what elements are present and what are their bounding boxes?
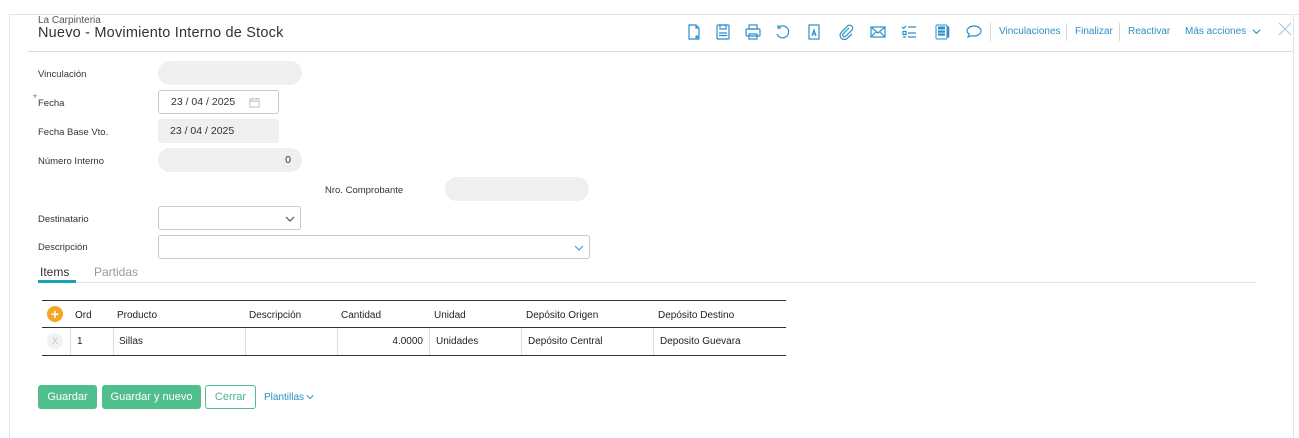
cell-producto[interactable]: Sillas — [119, 336, 143, 347]
delete-row-button[interactable]: X — [47, 333, 63, 349]
plantillas-dropdown[interactable]: Plantillas — [264, 385, 324, 409]
cell-ord[interactable]: 1 — [77, 336, 83, 347]
vinculacion-label: Vinculación — [38, 69, 87, 80]
print-icon[interactable] — [743, 22, 763, 42]
calendar-icon[interactable] — [249, 97, 260, 108]
column-separator — [245, 328, 246, 355]
header-bottom-border — [42, 327, 786, 328]
save-icon[interactable] — [713, 22, 733, 42]
destinatario-label: Destinatario — [38, 214, 89, 225]
tab-items[interactable]: Items — [40, 265, 69, 279]
tabs-divider — [38, 282, 1256, 283]
column-separator — [429, 328, 430, 355]
new-document-icon[interactable] — [684, 22, 704, 42]
header-divider — [28, 51, 1293, 52]
table-bottom-border — [42, 355, 786, 356]
mas-acciones-label: Más acciones — [1185, 26, 1247, 37]
vinculacion-field[interactable] — [158, 61, 302, 85]
active-tab-indicator — [38, 280, 76, 283]
cell-cantidad[interactable]: 4.0000 — [337, 336, 423, 347]
header-ord: Ord — [75, 310, 92, 321]
required-marker: * — [33, 93, 37, 104]
tab-partidas[interactable]: Partidas — [94, 265, 138, 279]
chevron-down-icon — [1252, 29, 1261, 34]
column-separator — [113, 328, 114, 355]
descripcion-select[interactable] — [158, 235, 590, 259]
plantillas-label: Plantillas — [264, 391, 305, 403]
header-cantidad: Cantidad — [341, 310, 382, 321]
fecha-input[interactable]: 23 / 04 / 2025 — [158, 90, 279, 114]
checklist-icon[interactable] — [899, 22, 919, 42]
header-deposito-destino: Depósito Destino — [658, 310, 735, 321]
toolbar-divider — [990, 23, 991, 41]
cell-deposito-origen[interactable]: Depósito Central — [528, 336, 602, 347]
add-row-button[interactable]: + — [47, 306, 63, 322]
comment-icon[interactable] — [964, 22, 984, 42]
destinatario-select[interactable] — [158, 206, 301, 230]
fecha-base-vto-value: 23 / 04 / 2025 — [170, 125, 235, 137]
page-title: Nuevo - Movimiento Interno de Stock — [38, 25, 284, 41]
close-icon[interactable] — [1277, 21, 1293, 37]
window-right-border — [1293, 14, 1294, 438]
email-icon[interactable] — [868, 22, 888, 42]
reactivar-link[interactable]: Reactivar — [1128, 26, 1170, 37]
nro-comprobante-label: Nro. Comprobante — [325, 185, 404, 196]
fecha-base-vto-label: Fecha Base Vto. — [38, 127, 109, 138]
fecha-base-vto-field: 23 / 04 / 2025 — [158, 119, 279, 143]
descripcion-label: Descripción — [38, 242, 88, 253]
numero-interno-value: 0 — [285, 154, 291, 166]
finalizar-link[interactable]: Finalizar — [1075, 26, 1113, 37]
table-top-border — [42, 300, 786, 301]
column-separator — [70, 328, 71, 355]
nro-comprobante-field[interactable] — [445, 177, 589, 201]
attachment-icon[interactable] — [836, 22, 856, 42]
cell-unidad[interactable]: Unidades — [436, 336, 478, 347]
toolbar-divider — [1119, 23, 1120, 41]
chevron-down-icon — [574, 245, 584, 251]
undo-icon[interactable] — [772, 22, 792, 42]
header-descripcion: Descripción — [249, 310, 302, 321]
guardar-y-nuevo-button[interactable]: Guardar y nuevo — [102, 385, 201, 409]
guardar-button[interactable]: Guardar — [38, 385, 97, 409]
text-format-icon[interactable] — [804, 22, 824, 42]
fecha-value: 23 / 04 / 2025 — [171, 96, 236, 108]
cerrar-button[interactable]: Cerrar — [205, 385, 256, 409]
header-deposito-origen: Depósito Origen — [526, 310, 599, 321]
numero-interno-field[interactable]: 0 — [158, 148, 302, 172]
chevron-down-icon — [285, 216, 295, 222]
column-separator — [653, 328, 654, 355]
cell-deposito-destino[interactable]: Deposito Guevara — [660, 336, 741, 347]
toolbar-divider — [1066, 23, 1067, 41]
vinculaciones-link[interactable]: Vinculaciones — [999, 26, 1061, 37]
column-separator — [521, 328, 522, 355]
chevron-down-icon — [306, 395, 314, 400]
numero-interno-label: Número Interno — [38, 156, 105, 167]
notes-icon[interactable] — [932, 22, 952, 42]
header-producto: Producto — [117, 310, 158, 321]
mas-acciones-dropdown[interactable]: Más acciones — [1185, 26, 1261, 37]
header-unidad: Unidad — [434, 310, 466, 321]
fecha-label: Fecha — [38, 98, 65, 109]
